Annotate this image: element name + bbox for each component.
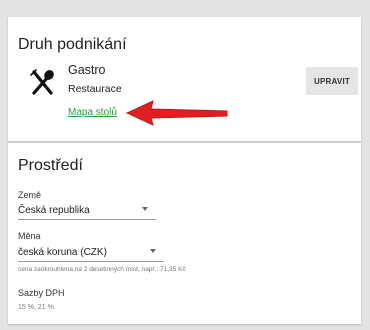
currency-value: česká koruna (CZK)	[18, 247, 107, 258]
business-type-name: Gastro	[68, 63, 106, 77]
vat-rates-label: Sazby DPH	[18, 288, 65, 298]
edit-business-button[interactable]: UPRAVIT	[306, 67, 358, 95]
country-label: Země	[18, 190, 42, 200]
table-map-link[interactable]: Mapa stolů	[68, 107, 117, 118]
business-type-card: Druh podnikání Gastro Restaurace Mapa st…	[8, 17, 361, 141]
chevron-down-icon	[142, 207, 148, 211]
red-arrow-annotation	[125, 100, 228, 126]
chevron-down-icon	[150, 249, 156, 253]
country-value: Česká republika	[18, 205, 90, 216]
country-select[interactable]: Česká republika	[18, 205, 156, 220]
cutlery-icon	[30, 69, 54, 95]
business-type-title: Druh podnikání	[18, 36, 127, 53]
vat-rates-values: 15 %, 21 %	[18, 304, 54, 311]
currency-select[interactable]: česká koruna (CZK)	[18, 247, 164, 262]
business-type-subtype: Restaurace	[68, 83, 122, 95]
environment-title: Prostředí	[18, 157, 83, 174]
currency-label: Měna	[18, 231, 41, 241]
currency-rounding-hint: cena zaokrouhlena na 2 desetinných míst,…	[18, 266, 186, 273]
environment-card: Prostředí Země Česká republika Měna česk…	[8, 143, 361, 324]
